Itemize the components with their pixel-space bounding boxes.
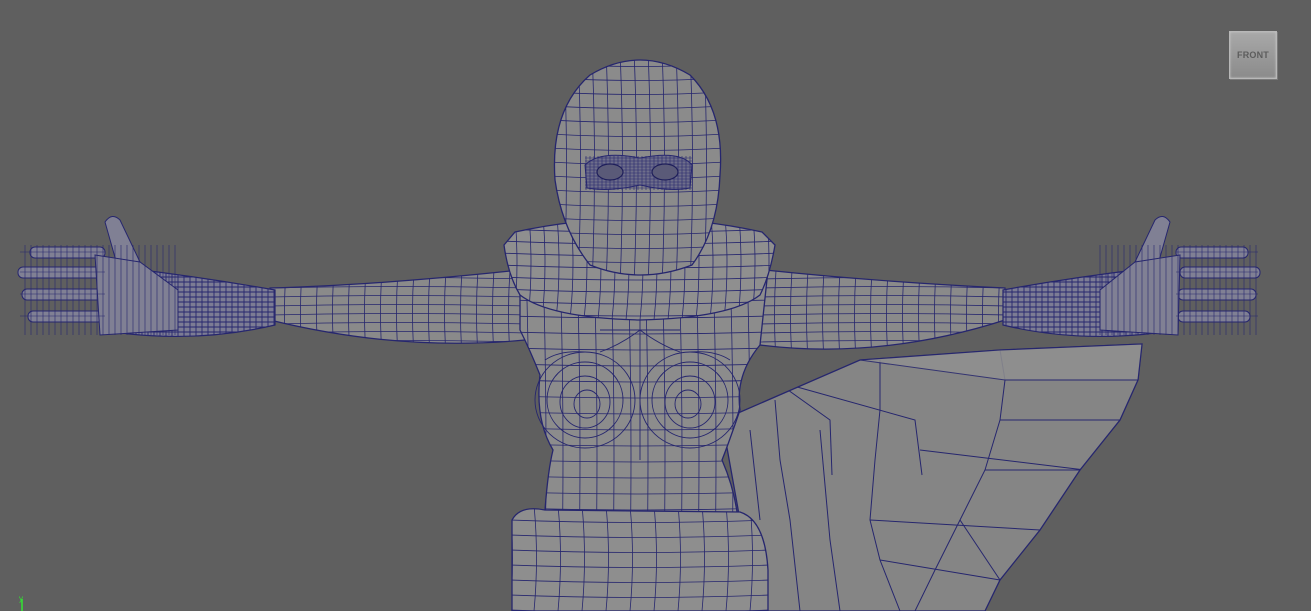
left-hand-mesh — [17, 216, 179, 336]
cape-mesh — [721, 343, 1143, 611]
3d-viewport[interactable]: FRONT y — [0, 0, 1311, 611]
eye-mask-mesh — [584, 154, 693, 190]
left-arm-mesh — [269, 269, 526, 352]
wire-edge — [270, 350, 525, 352]
right-arm-mesh — [759, 269, 1008, 352]
y-axis-label: y — [19, 594, 23, 603]
character-mesh[interactable] — [0, 0, 1311, 611]
view-cube-label: FRONT — [1237, 50, 1269, 60]
wire-edge — [760, 350, 1008, 352]
view-cube-front[interactable]: FRONT — [1229, 31, 1277, 79]
wire-edge — [270, 270, 525, 271]
wire-edge — [550, 50, 725, 53]
axis-indicator-icon: y — [19, 594, 23, 611]
wire-edge — [760, 270, 1005, 271]
right-hand-mesh — [1099, 216, 1261, 336]
belt-mesh — [511, 508, 769, 611]
